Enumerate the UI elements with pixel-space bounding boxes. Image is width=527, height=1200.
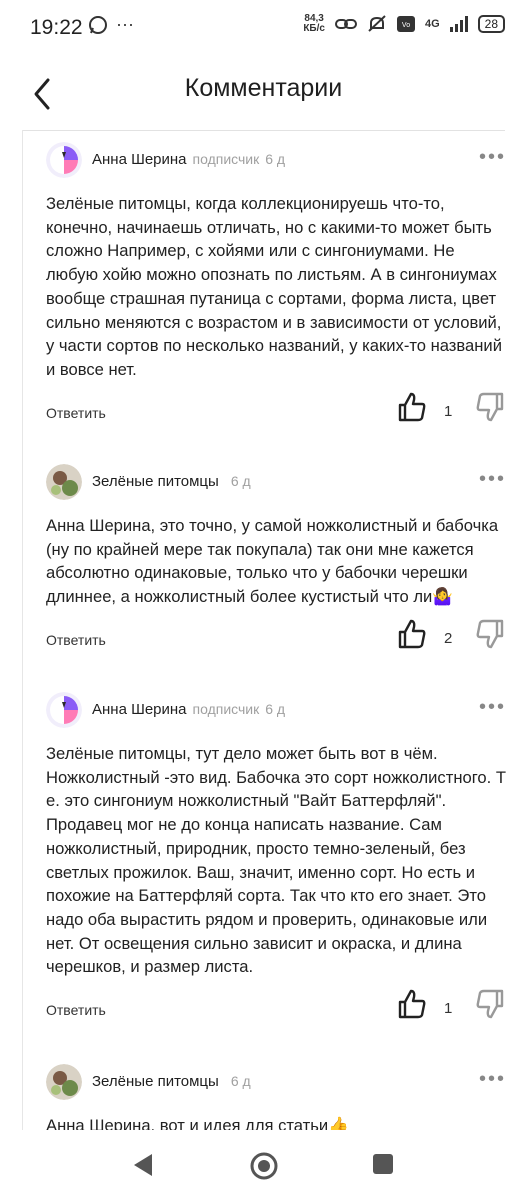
comment-item: Зелёные питомцы 6 д ••• Анна Шерина, вот … [46,1064,506,1138]
comment-author[interactable]: Зелёные питомцы 6 д [92,1073,251,1090]
comment-author[interactable]: Анна Шерина подписчик 6 д [92,701,285,718]
more-options-icon[interactable]: ••• [479,468,506,491]
comment-header: Зелёные питомцы 6 д ••• [46,464,506,502]
thumb-down-icon[interactable] [476,619,504,649]
nav-home-icon[interactable] [250,1152,278,1180]
more-notifications-icon: ··· [116,14,134,34]
status-time: 19:22 [30,16,83,39]
thumb-up-icon[interactable] [398,619,426,649]
battery-indicator: 28 [477,15,505,33]
like-count: 1 [444,1000,453,1018]
avatar[interactable] [46,464,82,500]
comment-item: Анна Шерина подписчик 6 д ••• Зелёные пито… [46,142,506,432]
page-header: Комментарии [0,58,527,130]
comment-author[interactable]: Зелёные питомцы 6 д [92,473,251,490]
comment-actions: Ответить 1 [46,989,506,1029]
author-role: подписчик [192,151,260,167]
comment-time: 6 д [265,151,286,167]
avatar[interactable] [46,1064,82,1100]
avatar[interactable] [46,692,82,728]
comment-author[interactable]: Анна Шерина подписчик 6 д [92,151,285,168]
nav-back-icon[interactable] [130,1152,156,1178]
comment-actions: Ответить 1 [46,392,506,432]
comment-text: Анна Шерина, это точно, у самой ножколис… [46,516,499,607]
thumb-up-icon[interactable] [398,392,426,422]
more-options-icon[interactable]: ••• [479,1068,506,1091]
header-divider [22,130,505,131]
comment-time: 6 д [265,701,286,717]
more-options-icon[interactable]: ••• [479,696,506,719]
nav-recent-icon[interactable] [371,1152,395,1176]
like-count: 2 [444,629,453,647]
mute-icon [368,15,386,32]
comment-time: 6 д [230,473,251,489]
network-type: 4G [424,18,440,30]
status-left-icons: ··· [88,14,134,35]
comment-actions: Ответить 2 [46,619,506,659]
svg-text:Vo: Vo [402,22,410,29]
thread-line [22,130,23,1130]
avatar[interactable] [46,142,82,178]
comment-item: Зелёные питомцы 6 д ••• Анна Шерина, это … [46,464,506,659]
status-right: 84,3 КБ/с Vo 4G 28 [303,14,505,34]
comment-text: Зелёные питомцы, когда коллекционируешь … [46,194,502,379]
comment-header: Анна Шерина подписчик 6 д ••• [46,692,506,730]
thumb-down-icon[interactable] [476,989,504,1019]
whatsapp-icon [89,15,107,34]
thumb-up-icon[interactable] [398,989,426,1019]
comment-header: Анна Шерина подписчик 6 д ••• [46,142,506,180]
comment-time: 6 д [230,1073,251,1089]
comment-item: Анна Шерина подписчик 6 д ••• Зелёные пито… [46,692,506,1029]
page-title: Комментарии [184,74,343,102]
more-options-icon[interactable]: ••• [479,146,506,169]
like-count: 1 [444,402,453,420]
status-bar: 19:22 ··· 84,3 КБ/с Vo 4G 28 [0,0,527,58]
volte-icon: Vo [396,16,415,32]
reply-button[interactable]: Ответить [46,1002,106,1018]
reply-button[interactable]: Ответить [46,632,106,648]
thumb-down-icon[interactable] [476,392,504,422]
reply-button[interactable]: Ответить [46,405,106,421]
author-role: подписчик [192,701,260,717]
signal-icon [449,16,468,32]
comment-header: Зелёные питомцы 6 д ••• [46,1064,506,1102]
system-nav-bar [0,1130,527,1200]
comment-text: Зелёные питомцы, тут дело может быть вот… [46,744,506,977]
link-icon [334,19,357,29]
net-speed: 84,3 КБ/с [303,13,325,34]
